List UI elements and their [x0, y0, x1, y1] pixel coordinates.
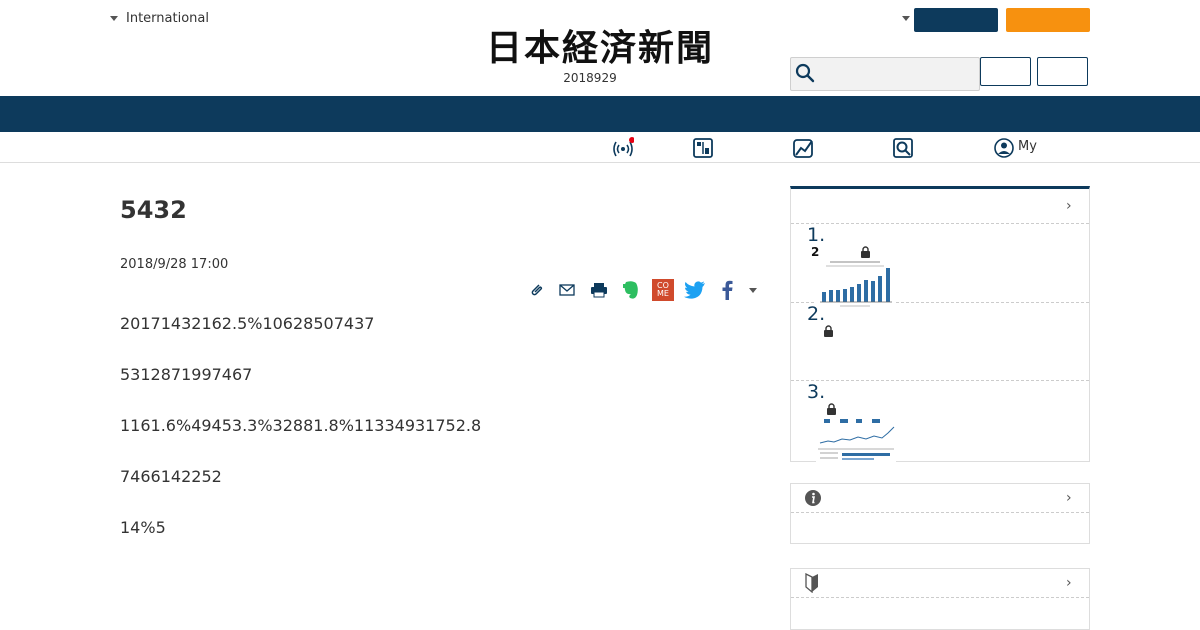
come-icon[interactable]: CO ME — [652, 279, 674, 301]
print-icon[interactable] — [588, 279, 610, 301]
lock-icon — [824, 325, 833, 337]
come-label: CO ME — [657, 281, 669, 298]
twitter-icon[interactable] — [684, 279, 706, 301]
facebook-icon[interactable] — [716, 279, 738, 301]
ranking-thumbnail-chart[interactable] — [816, 260, 894, 308]
article-date: 2018/9/28 17:00 — [120, 257, 229, 272]
mail-icon[interactable] — [556, 279, 578, 301]
login-button[interactable] — [980, 57, 1031, 86]
info-panel[interactable] — [790, 483, 1090, 544]
my-page-link[interactable]: My — [1018, 139, 1037, 154]
site-logo[interactable]: 日本経済新聞 — [452, 28, 748, 68]
beginner-panel[interactable] — [790, 568, 1090, 630]
ranking-badge: 2 — [811, 245, 820, 259]
chevron-right-icon[interactable]: › — [1066, 490, 1072, 506]
article-paragraph: 20171432162.5%10628507437 — [120, 314, 375, 333]
chevron-right-icon[interactable]: › — [1066, 575, 1072, 591]
ranking-number: 2. — [807, 303, 826, 325]
account-caret-icon[interactable] — [902, 16, 910, 21]
register-button[interactable] — [1037, 57, 1088, 86]
header-date: 2018929 — [563, 71, 617, 85]
edition-label: International — [126, 11, 209, 26]
user-icon[interactable] — [993, 137, 1015, 159]
article-paragraph: 7466142252 — [120, 467, 222, 486]
paper-edition-icon[interactable] — [692, 137, 714, 159]
info-icon — [805, 490, 821, 506]
article-paragraph: 5312871997467 — [120, 365, 253, 384]
beginner-mark-icon — [805, 573, 818, 593]
clip-icon[interactable] — [526, 279, 548, 301]
article-title: 5432 — [120, 196, 187, 224]
search-icon[interactable] — [794, 62, 816, 84]
ranking-thumbnail-table[interactable] — [816, 415, 896, 465]
live-broadcast-icon[interactable] — [612, 137, 634, 159]
lock-icon — [827, 403, 836, 415]
subscribe-button[interactable] — [1006, 8, 1090, 32]
share-more-caret-icon[interactable] — [742, 279, 764, 301]
article-paragraph: 14%5 — [120, 518, 166, 537]
market-chart-icon[interactable] — [792, 137, 814, 159]
edition-selector[interactable]: International — [110, 11, 209, 26]
article-paragraph: 1161.6%49453.3%32881.8%11334931752.8 — [120, 416, 482, 435]
main-navigation-bar[interactable] — [0, 96, 1200, 132]
lock-icon — [861, 246, 870, 258]
ranking-number: 1. — [807, 224, 826, 246]
chevron-right-icon[interactable]: › — [1066, 198, 1072, 214]
search-nav-icon[interactable] — [892, 137, 914, 159]
search-input[interactable] — [790, 57, 980, 91]
evernote-icon[interactable] — [620, 279, 642, 301]
caret-down-icon — [110, 16, 118, 21]
login-top-button[interactable] — [914, 8, 998, 32]
ranking-number: 3. — [807, 381, 826, 403]
